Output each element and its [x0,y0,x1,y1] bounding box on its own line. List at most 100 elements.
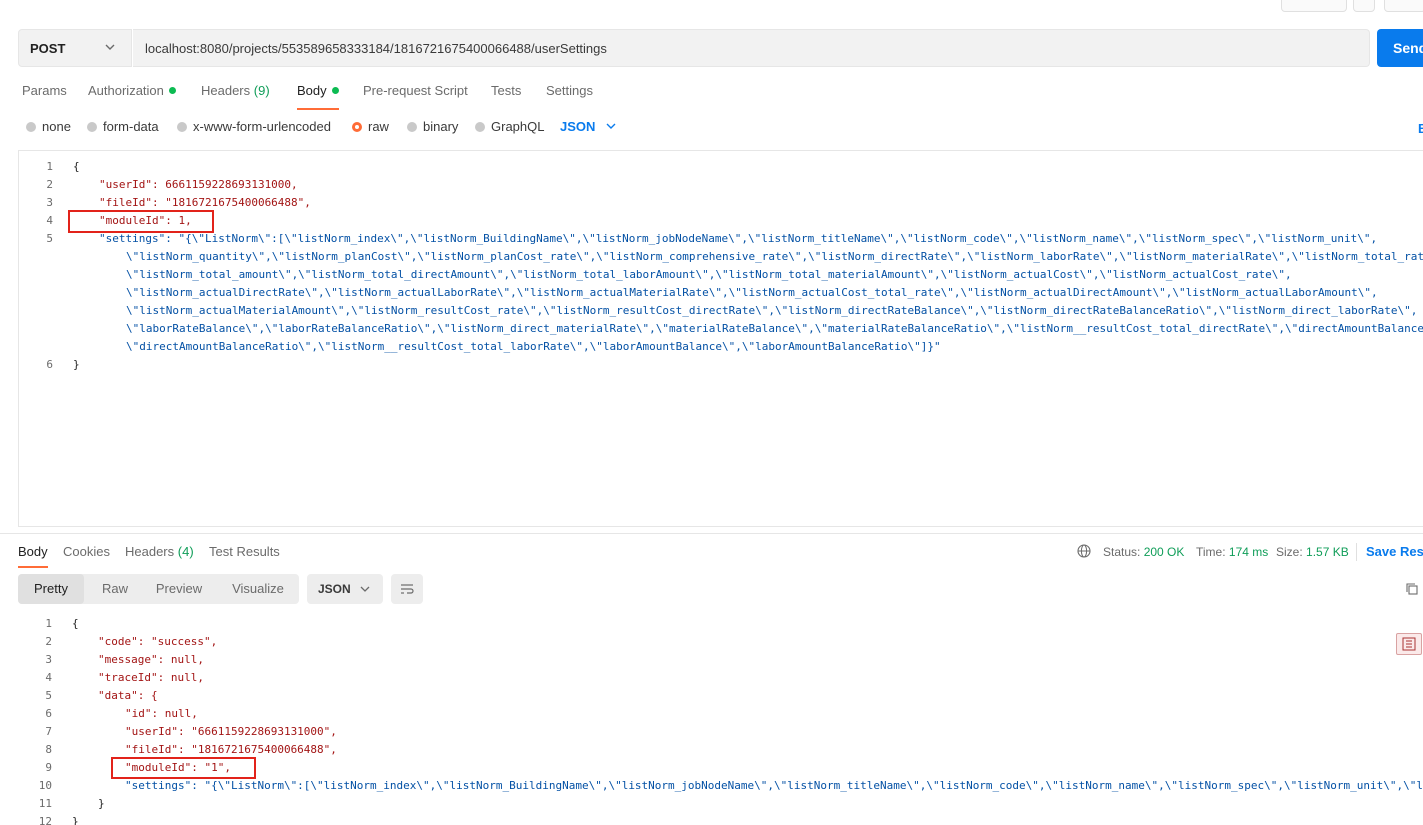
tab-label: Test Results [209,544,280,559]
view-mode-preview[interactable]: Preview [146,574,212,604]
radio-none[interactable]: none [26,119,71,134]
wrap-lines-icon [401,584,414,594]
line-number: 7 [45,725,52,738]
highlight-box [68,210,214,233]
radio-raw[interactable]: raw [352,119,389,134]
line-number: 10 [38,779,52,792]
wrap-lines-button[interactable] [391,574,423,604]
request-url-bar: POST localhost:8080/projects/55358965833… [18,29,1370,67]
line-number: 3 [46,196,53,209]
tab-authorization[interactable]: Authorization [88,83,176,98]
divider [1356,543,1357,561]
line-number: 6 [46,358,53,371]
code-text: "id": null, [125,707,198,720]
response-tab-body[interactable]: Body [18,544,48,568]
view-mode-raw[interactable]: Raw [84,574,146,604]
code-text: "settings": "{\"ListNorm\":[\"listNorm_i… [125,779,1423,792]
line-number: 1 [46,160,53,173]
radio-label: binary [423,119,459,134]
response-tab-test-results[interactable]: Test Results [209,544,280,559]
method-select[interactable]: POST [18,29,132,67]
globe-icon[interactable] [1077,544,1091,558]
time-value: 174 ms [1228,545,1269,559]
view-mode-toggle: Pretty Raw Preview Visualize [18,574,299,604]
radio-circle-icon [87,122,97,132]
code-text: \"listNorm_actualDirectRate\",\"listNorm… [126,286,1378,299]
response-tab-headers[interactable]: Headers (4) [125,544,194,559]
code-text: "traceId": null, [98,671,204,684]
line-number: 8 [45,743,52,756]
time-info[interactable]: Time: 174 ms [1196,545,1268,559]
radio-label: form-data [103,119,159,134]
body-format-select[interactable]: JSON [560,119,617,134]
response-body-viewer[interactable]: 1 { 2 "code": "success", 3 "message": null,… [18,616,1423,825]
beautify-link[interactable]: B [1418,121,1423,136]
tab-settings[interactable]: Settings [546,83,593,98]
code-text: "settings": "{\"ListNorm\":[\"listNorm_i… [99,232,1378,245]
chevron-down-icon [360,586,370,592]
tab-count: (9) [253,83,270,98]
code-text: } [72,815,79,825]
tab-body[interactable]: Body [297,83,339,110]
status-dot-icon [331,87,339,94]
tab-pre-request-script[interactable]: Pre-request Script [363,83,468,98]
size-info[interactable]: Size: 1.57 KB [1276,545,1349,559]
save-response-button[interactable]: Save Resp [1366,544,1423,559]
tab-tests[interactable]: Tests [491,83,521,98]
code-text: } [98,797,105,810]
tab-label: Pre-request Script [363,83,468,98]
size-label: Size: [1276,545,1303,559]
code-text: "fileId": "1816721675400066488", [99,196,311,209]
tab-params[interactable]: Params [22,83,67,98]
radio-form-data[interactable]: form-data [87,119,159,134]
line-number: 11 [38,797,52,810]
toolbar-ghost-button[interactable] [1384,0,1423,12]
send-label: Send [1393,40,1423,56]
chevron-down-icon [606,123,616,129]
tab-label: Params [22,83,67,98]
response-header-bar: Body Cookies Headers (4) Test Results St… [0,533,1423,570]
code-text: "data": { [98,689,158,702]
code-text: \"listNorm_actualMaterialAmount\",\"list… [126,304,1418,317]
view-mode-pretty[interactable]: Pretty [18,574,84,604]
copy-icon[interactable] [1405,582,1419,596]
radio-label: none [42,119,71,134]
toolbar-ghost-button[interactable] [1353,0,1375,12]
code-text: { [72,617,79,630]
response-format-select[interactable]: JSON [307,574,383,604]
line-number: 5 [45,689,52,702]
line-number: 2 [46,178,53,191]
status-info[interactable]: Status: 200 OK [1103,545,1184,559]
tab-label: Headers [125,544,175,559]
code-text: \"listNorm_total_amount\",\"listNorm_tot… [126,268,1292,281]
code-text: "code": "success", [98,635,218,648]
send-button[interactable]: Send [1377,29,1423,67]
time-label: Time: [1196,545,1226,559]
code-text: { [73,160,80,173]
radio-x-www-form-urlencoded[interactable]: x-www-form-urlencoded [177,119,331,134]
code-text: \"directAmountBalanceRatio\",\"listNorm_… [126,340,941,353]
code-text: "userId": "6661159228693131000", [125,725,337,738]
radio-binary[interactable]: binary [407,119,458,134]
top-strip [0,0,1423,12]
line-number: 12 [38,815,52,825]
tab-label: Authorization [88,83,164,98]
tab-label: Body [18,544,48,559]
radio-graphql[interactable]: GraphQL [475,119,544,134]
toolbar-ghost-button[interactable] [1281,0,1347,12]
line-number: 1 [45,617,52,630]
line-number: 3 [45,653,52,666]
url-input[interactable]: localhost:8080/projects/553589658333184/… [133,29,1370,67]
code-text: "message": null, [98,653,204,666]
tab-headers[interactable]: Headers (9) [201,83,270,98]
tab-label: Settings [546,83,593,98]
line-number: 4 [45,671,52,684]
request-body-editor[interactable]: 1 { 2 "userId": 6661159228693131000, 3 "fil… [18,150,1423,527]
code-text: "userId": 6661159228693131000, [99,178,298,191]
view-mode-visualize[interactable]: Visualize [218,574,298,604]
radio-selected-icon [352,122,362,132]
code-text: "fileId": "1816721675400066488", [125,743,337,756]
tab-label: Headers [201,83,251,98]
response-tab-cookies[interactable]: Cookies [63,544,110,559]
code-text: \"listNorm_quantity\",\"listNorm_planCos… [126,250,1423,263]
